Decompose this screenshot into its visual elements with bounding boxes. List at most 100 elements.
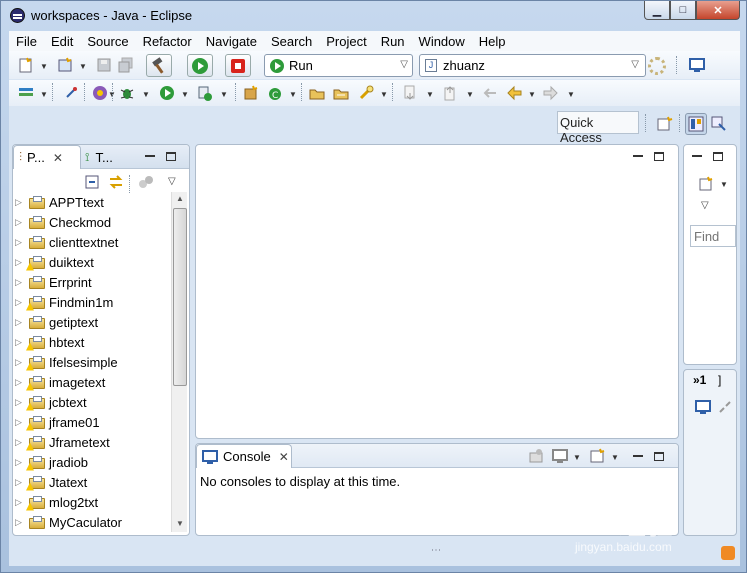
dropdown-arrow-icon[interactable]: ▼ [426,90,434,99]
expand-arrow-icon[interactable]: ▷ [13,337,25,348]
hidden-tabs-count[interactable]: »1 [693,373,706,387]
task-list-icon[interactable] [17,84,35,102]
expand-arrow-icon[interactable]: ▷ [13,197,25,208]
scrollbar-thumb[interactable] [173,208,187,386]
expand-arrow-icon[interactable]: ▷ [13,477,25,488]
dropdown-arrow-icon[interactable]: ▼ [528,90,536,99]
scroll-up-arrow-icon[interactable]: ▲ [176,194,184,203]
tree-item[interactable]: ▷ jradiob [13,452,171,472]
tree-item[interactable]: ▷ clienttextnet [13,232,171,252]
tree-item[interactable]: ▷ Jtatext [13,472,171,492]
tree-item[interactable]: ▷ getiptext [13,312,171,332]
tree-item[interactable]: ▷ mlog2txt [13,492,171,512]
menu-window[interactable]: Window [412,31,472,51]
restore-icon[interactable]: ] [718,373,721,387]
expand-arrow-icon[interactable]: ▷ [13,257,25,268]
tab-package-explorer[interactable]: ⫶ P... ✕ [13,145,81,169]
expand-arrow-icon[interactable]: ▷ [13,357,25,368]
dropdown-arrow-icon[interactable]: ▼ [567,90,575,99]
scroll-down-arrow-icon[interactable]: ▼ [176,519,184,528]
link-with-editor-icon[interactable] [107,173,125,191]
tree-item[interactable]: ▷ Jframetext [13,432,171,452]
previous-annotation-icon[interactable] [441,84,459,102]
expand-arrow-icon[interactable]: ▷ [13,397,25,408]
disconnect-icon[interactable] [716,398,734,416]
close-icon[interactable]: ✕ [53,151,63,165]
console-monitor-icon[interactable] [694,398,712,416]
tree-item[interactable]: ▷ Findmin1m [13,292,171,312]
dropdown-arrow-icon[interactable]: ▼ [611,453,619,462]
minimize-outline-button[interactable] [692,155,702,157]
git-perspective-icon[interactable] [710,115,728,133]
maximize-view-button[interactable] [166,152,176,161]
dropdown-arrow-icon[interactable]: ▼ [142,90,150,99]
dropdown-arrow-icon[interactable]: ▼ [380,90,388,99]
editor-area[interactable] [195,144,679,439]
dropdown-arrow-icon[interactable]: ▼ [289,90,297,99]
menu-source[interactable]: Source [80,31,135,51]
expand-arrow-icon[interactable]: ▷ [13,277,25,288]
tree-item[interactable]: ▷ Errprint [13,272,171,292]
tree-item[interactable]: ▷ APPTtext [13,192,171,212]
expand-arrow-icon[interactable]: ▷ [13,237,25,248]
run-small-icon[interactable] [158,84,176,102]
view-menu-icon[interactable]: ▽ [168,176,176,187]
focus-task-icon[interactable] [137,173,155,191]
dropdown-arrow-icon[interactable]: ▼ [466,90,474,99]
tree-item[interactable]: ▷ Checkmod [13,212,171,232]
build-hammer-button[interactable] [146,54,172,77]
status-grip-icon[interactable]: ⋮ [430,545,441,554]
tree-item[interactable]: ▷ jcbtext [13,392,171,412]
new-dropdown-icon[interactable]: ▼ [40,62,48,71]
rss-feed-icon[interactable] [721,546,735,560]
minimize-editor-button[interactable] [633,155,643,157]
maximize-outline-button[interactable] [713,152,723,161]
new-task-icon[interactable] [697,175,715,193]
console-monitor-icon[interactable] [688,56,706,74]
new-java-icon[interactable] [56,56,74,74]
close-button[interactable]: ✕ [696,1,740,20]
expand-arrow-icon[interactable]: ▷ [13,517,25,528]
stop-button[interactable] [225,54,251,77]
menu-search[interactable]: Search [264,31,319,51]
tree-scrollbar[interactable]: ▲ ▼ [171,192,187,532]
launch-config-gear-icon[interactable] [648,57,666,75]
forward-arrow-icon[interactable] [542,84,560,102]
maximize-editor-button[interactable] [654,152,664,161]
menu-refactor[interactable]: Refactor [136,31,199,51]
next-annotation-icon[interactable] [401,84,419,102]
dropdown-arrow-icon[interactable]: ▼ [40,90,48,99]
minimize-console-button[interactable] [633,455,643,457]
menu-run[interactable]: Run [374,31,412,51]
expand-arrow-icon[interactable]: ▷ [13,457,25,468]
new-icon[interactable] [17,56,35,74]
run-button[interactable] [187,54,213,77]
minimize-button[interactable]: ▁ [644,1,670,20]
display-console-icon[interactable] [551,447,569,465]
tab-type-hierarchy[interactable]: ⟟ T... [85,145,113,169]
new-package-icon[interactable] [242,84,260,102]
web-services-icon[interactable] [91,84,109,102]
menu-file[interactable]: File [9,31,44,51]
open-console-icon[interactable] [589,447,607,465]
menu-project[interactable]: Project [319,31,373,51]
maximize-console-button[interactable] [654,452,664,461]
back-arrow-icon[interactable] [505,84,523,102]
dropdown-arrow-icon[interactable]: ▼ [720,180,728,189]
maximize-button[interactable]: □ [670,1,696,20]
save-all-icon[interactable] [117,56,135,74]
pin-icon[interactable] [62,84,80,102]
tree-item[interactable]: ▷ hbtext [13,332,171,352]
tree-item[interactable]: ▷ duiktext [13,252,171,272]
expand-arrow-icon[interactable]: ▷ [13,417,25,428]
find-input[interactable] [690,225,736,247]
tree-item[interactable]: ▷ MyCaculator [13,512,171,532]
close-icon[interactable]: ✕ [279,450,289,464]
dropdown-arrow-icon[interactable]: ▼ [181,90,189,99]
new-java-dropdown-icon[interactable]: ▼ [79,62,87,71]
collapse-all-icon[interactable] [83,173,101,191]
open-perspective-icon[interactable] [656,115,674,133]
expand-arrow-icon[interactable]: ▷ [13,497,25,508]
tree-item[interactable]: ▷ imagetext [13,372,171,392]
minimize-view-button[interactable] [145,155,155,157]
